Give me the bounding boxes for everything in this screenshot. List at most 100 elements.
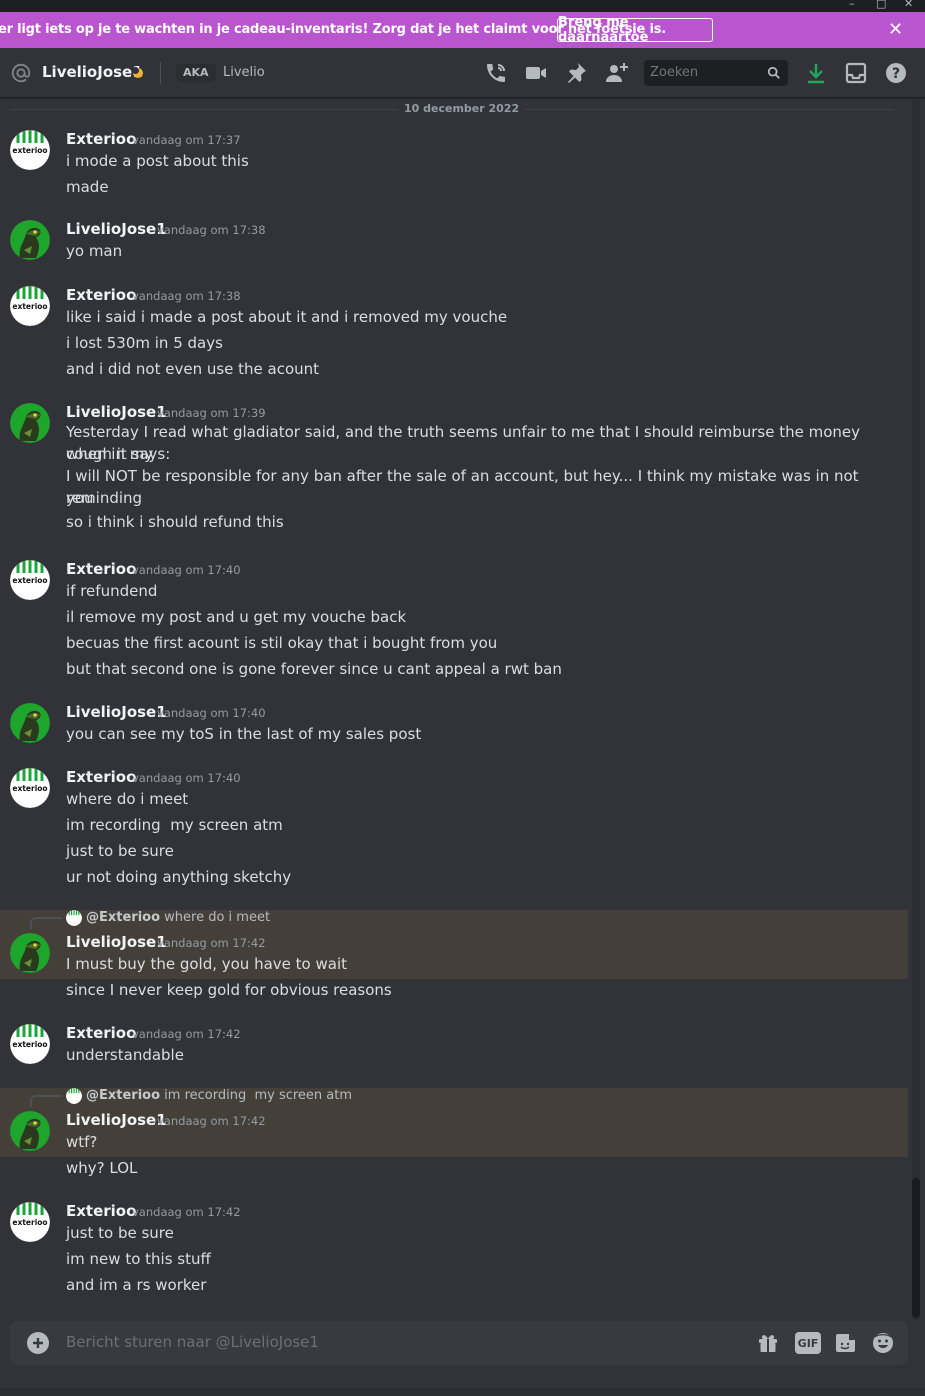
window-close-button[interactable]: ✕ xyxy=(904,0,913,10)
avatar-exterioo[interactable]: exterioo xyxy=(10,1024,50,1064)
add-friend-icon[interactable] xyxy=(604,61,628,85)
message-author[interactable]: Exterioo xyxy=(66,130,136,148)
message-text: you xyxy=(66,489,94,507)
avatar-liveliojose1[interactable] xyxy=(10,1111,50,1151)
message-group[interactable]: LivelioJose1 vandaag om 17:38 yo man xyxy=(0,220,908,276)
message-author[interactable]: LivelioJose1 xyxy=(66,403,167,421)
message-text: why? LOL xyxy=(66,1159,138,1177)
search-input[interactable] xyxy=(650,65,760,80)
pin-icon[interactable] xyxy=(564,61,588,85)
banner-action-button[interactable]: Breng me daarnaartoe xyxy=(557,15,713,45)
gif-icon[interactable]: GIF xyxy=(795,1332,821,1354)
message-author[interactable]: Exterioo xyxy=(66,286,136,304)
inbox-icon[interactable] xyxy=(844,61,868,85)
message-group[interactable]: @Exterioo where do i meet LivelioJose1 van… xyxy=(0,910,908,1015)
svg-text:exterioo: exterioo xyxy=(12,1218,47,1227)
svg-text:exterioo: exterioo xyxy=(12,1040,47,1049)
message-text: like i said i made a post about it and i… xyxy=(66,308,508,326)
message-author[interactable]: Exterioo xyxy=(66,1202,136,1220)
message-author[interactable]: LivelioJose1 xyxy=(66,1111,167,1129)
minimize-button[interactable]: – xyxy=(849,0,855,10)
message-text: so i think i should refund this xyxy=(66,513,284,531)
message-group[interactable]: exterioo Exterioo vandaag om 17:42 just to … xyxy=(0,1202,908,1310)
aka-badge: AKA xyxy=(176,64,216,82)
message-text: made xyxy=(66,178,109,196)
avatar-exterioo[interactable]: exterioo xyxy=(10,130,50,170)
reply-avatar xyxy=(66,910,82,926)
avatar-exterioo[interactable]: exterioo xyxy=(10,560,50,600)
message-timestamp: vandaag om 17:42 xyxy=(157,1114,266,1128)
reply-connector xyxy=(30,917,62,929)
message-text: you can see my toS in the last of my sal… xyxy=(66,725,422,743)
gift-inventory-banner: er ligt iets op je te wachten in je cade… xyxy=(0,12,925,48)
message-text: and im a rs worker xyxy=(66,1276,207,1294)
message-text: i lost 530m in 5 days xyxy=(66,334,223,352)
avatar-liveliojose1[interactable] xyxy=(10,933,50,973)
message-list: 10 december 2022 exterioo Exterioo vandaag… xyxy=(0,98,910,1320)
svg-text:exterioo: exterioo xyxy=(12,146,47,155)
message-input[interactable] xyxy=(66,1333,666,1351)
banner-close-button[interactable]: ✕ xyxy=(888,19,906,41)
message-text: where do i meet xyxy=(66,790,189,808)
help-icon[interactable]: ? xyxy=(884,61,908,85)
download-icon[interactable] xyxy=(804,61,828,85)
avatar-liveliojose1[interactable] xyxy=(10,703,50,743)
message-group[interactable]: @Exterioo im recording my screen atm Live… xyxy=(0,1088,908,1193)
message-text: but that second one is gone forever sinc… xyxy=(66,660,562,678)
avatar-liveliojose1[interactable] xyxy=(10,403,50,443)
aka-name: Livelio xyxy=(223,65,265,80)
message-text: I must buy the gold, you have to wait xyxy=(66,955,347,973)
message-group[interactable]: LivelioJose1 vandaag om 17:39 Yesterday I … xyxy=(0,403,908,547)
sticker-icon[interactable] xyxy=(834,1331,858,1355)
maximize-button[interactable]: □ xyxy=(876,0,886,10)
scrollbar-thumb[interactable] xyxy=(912,1178,920,1318)
svg-text:exterioo: exterioo xyxy=(12,576,47,585)
gift-icon[interactable] xyxy=(756,1331,780,1355)
message-group[interactable]: exterioo Exterioo vandaag om 17:37 i mode a… xyxy=(0,130,908,212)
message-text: i mode a post about this xyxy=(66,152,249,170)
reply-author[interactable]: @Exterioo xyxy=(86,1088,160,1103)
svg-text:exterioo: exterioo xyxy=(12,302,47,311)
reply-preview[interactable]: @Exterioo im recording my screen atm xyxy=(86,1088,352,1103)
message-author[interactable]: LivelioJose1 xyxy=(66,220,167,238)
message-timestamp: vandaag om 17:42 xyxy=(132,1205,241,1219)
search-box[interactable] xyxy=(644,60,788,86)
avatar-exterioo[interactable]: exterioo xyxy=(10,1202,50,1242)
message-text: just to be sure xyxy=(66,842,174,860)
message-text: wtf? xyxy=(66,1133,98,1151)
message-author[interactable]: Exterioo xyxy=(66,1024,136,1042)
window-titlebar: – □ ✕ xyxy=(0,0,925,12)
message-group[interactable]: exterioo Exterioo vandaag om 17:40 where do… xyxy=(0,768,908,902)
avatar-exterioo[interactable]: exterioo xyxy=(10,286,50,326)
message-text: im new to this stuff xyxy=(66,1250,211,1268)
emoji-icon[interactable] xyxy=(871,1331,895,1355)
message-author[interactable]: LivelioJose1 xyxy=(66,703,167,721)
reply-preview[interactable]: @Exterioo where do i meet xyxy=(86,910,270,925)
message-timestamp: vandaag om 17:42 xyxy=(132,1027,241,1041)
message-group[interactable]: LivelioJose1 vandaag om 17:40 you can see … xyxy=(0,703,908,759)
message-text: since I never keep gold for obvious reas… xyxy=(66,981,392,999)
message-group[interactable]: exterioo Exterioo vandaag om 17:38 like i s… xyxy=(0,286,908,394)
message-author[interactable]: Exterioo xyxy=(66,768,136,786)
reply-avatar xyxy=(66,1088,82,1104)
message-group[interactable]: exterioo Exterioo vandaag om 17:42 understa… xyxy=(0,1024,908,1080)
message-timestamp: vandaag om 17:37 xyxy=(132,133,241,147)
voice-call-icon[interactable] xyxy=(484,61,508,85)
message-text: ur not doing anything sketchy xyxy=(66,868,292,886)
avatar-liveliojose1[interactable] xyxy=(10,220,50,260)
date-divider-label: 10 december 2022 xyxy=(398,102,526,115)
message-group[interactable]: exterioo Exterioo vandaag om 17:40 if refun… xyxy=(0,560,908,694)
scrollbar[interactable] xyxy=(912,98,920,1320)
dm-username[interactable]: LivelioJose1 xyxy=(42,63,143,81)
bottom-strip xyxy=(0,1388,925,1396)
avatar-exterioo[interactable]: exterioo xyxy=(10,768,50,808)
idle-status-icon xyxy=(132,67,143,78)
plus-icon[interactable] xyxy=(27,1332,49,1354)
dm-header: LivelioJose1 AKA Livelio ? xyxy=(0,48,925,98)
reply-author[interactable]: @Exterioo xyxy=(86,910,160,925)
message-author[interactable]: Exterioo xyxy=(66,560,136,578)
message-composer: GIF xyxy=(10,1321,908,1365)
message-text: yo man xyxy=(66,242,123,260)
video-call-icon[interactable] xyxy=(524,61,548,85)
message-author[interactable]: LivelioJose1 xyxy=(66,933,167,951)
